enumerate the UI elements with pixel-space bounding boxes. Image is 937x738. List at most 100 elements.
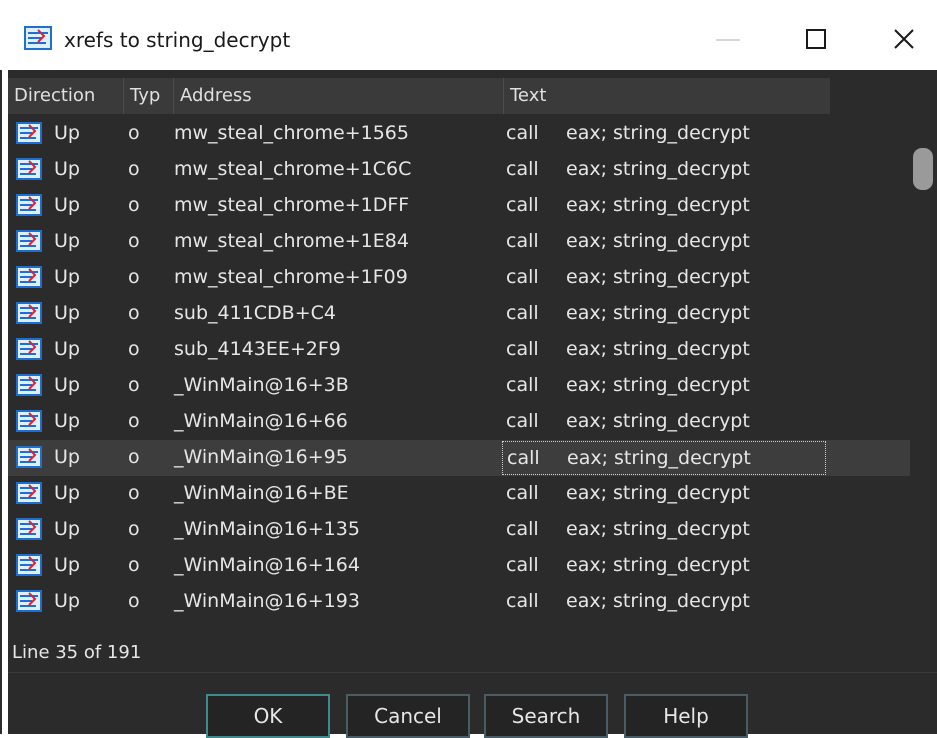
cell-mnemonic: call bbox=[506, 302, 539, 324]
cell-operand: eax; string_decrypt bbox=[566, 518, 750, 540]
table-row[interactable]: Up o _WinMain@16+BE call eax; string_decrypt bbox=[8, 476, 910, 512]
cell-text: call eax; string_decrypt bbox=[502, 513, 826, 547]
cell-text: call eax; string_decrypt bbox=[502, 261, 826, 295]
xref-icon bbox=[16, 374, 42, 396]
close-icon[interactable] bbox=[884, 24, 924, 56]
search-button[interactable]: Search bbox=[484, 694, 608, 738]
cell-address: mw_steal_chrome+1F09 bbox=[174, 266, 408, 288]
cell-mnemonic: call bbox=[506, 122, 539, 144]
column-header-type[interactable]: Typ bbox=[124, 78, 174, 114]
cell-type: o bbox=[128, 338, 140, 360]
cell-type: o bbox=[128, 266, 140, 288]
cell-address: _WinMain@16+BE bbox=[174, 482, 349, 504]
column-header-text[interactable]: Text bbox=[504, 78, 830, 114]
column-header-address[interactable]: Address bbox=[174, 78, 504, 114]
cell-operand: eax; string_decrypt bbox=[566, 230, 750, 252]
xref-icon bbox=[16, 266, 42, 288]
cell-operand: eax; string_decrypt bbox=[566, 266, 750, 288]
cell-operand: eax; string_decrypt bbox=[566, 122, 750, 144]
cell-mnemonic: call bbox=[506, 158, 539, 180]
cell-direction: Up bbox=[54, 482, 80, 504]
title-bar[interactable]: xrefs to string_decrypt bbox=[0, 0, 937, 70]
table-row[interactable]: Up o _WinMain@16+135 call eax; string_decryp… bbox=[8, 512, 910, 548]
cell-type: o bbox=[128, 518, 140, 540]
cell-direction: Up bbox=[54, 122, 80, 144]
xref-icon bbox=[16, 446, 42, 468]
scrollbar-thumb[interactable] bbox=[913, 148, 933, 190]
xref-icon bbox=[16, 122, 42, 144]
cell-type: o bbox=[128, 302, 140, 324]
table-row[interactable]: Up o _WinMain@16+193 call eax; string_decryp… bbox=[8, 584, 910, 620]
cell-direction: Up bbox=[54, 554, 80, 576]
cell-text: call eax; string_decrypt bbox=[502, 441, 826, 475]
vertical-scrollbar[interactable] bbox=[910, 114, 937, 634]
cell-direction: Up bbox=[54, 158, 80, 180]
cell-address: mw_steal_chrome+1565 bbox=[174, 122, 409, 144]
xref-icon bbox=[16, 230, 42, 252]
xref-list[interactable]: Up o mw_steal_chrome+1565 call eax; string_d… bbox=[8, 114, 910, 634]
cell-address: _WinMain@16+66 bbox=[174, 410, 348, 432]
cell-operand: eax; string_decrypt bbox=[566, 482, 750, 504]
cell-text: call eax; string_decrypt bbox=[502, 477, 826, 511]
table-row[interactable]: Up o mw_steal_chrome+1DFF call eax; string_d… bbox=[8, 188, 910, 224]
status-line: Line 35 of 191 bbox=[12, 642, 142, 663]
status-divider bbox=[8, 672, 937, 673]
xrefs-dialog: xrefs to string_decrypt Direction Typ Ad… bbox=[0, 0, 937, 738]
cell-operand: eax; string_decrypt bbox=[566, 338, 750, 360]
maximize-icon[interactable] bbox=[796, 24, 836, 56]
cell-text: call eax; string_decrypt bbox=[502, 117, 826, 151]
help-button[interactable]: Help bbox=[624, 694, 748, 738]
cell-address: mw_steal_chrome+1C6C bbox=[174, 158, 412, 180]
cell-address: _WinMain@16+135 bbox=[174, 518, 360, 540]
xref-window-icon bbox=[24, 26, 52, 50]
cell-mnemonic: call bbox=[506, 374, 539, 396]
table-row[interactable]: Up o mw_steal_chrome+1E84 call eax; string_d… bbox=[8, 224, 910, 260]
cell-mnemonic: call bbox=[506, 266, 539, 288]
cell-mnemonic: call bbox=[506, 482, 539, 504]
cell-address: mw_steal_chrome+1DFF bbox=[174, 194, 410, 216]
cell-direction: Up bbox=[54, 230, 80, 252]
minimize-icon[interactable] bbox=[708, 24, 748, 56]
xref-icon bbox=[16, 302, 42, 324]
table-row[interactable]: Up o _WinMain@16+95 call eax; string_decrypt bbox=[8, 440, 910, 476]
table-row[interactable]: Up o sub_4143EE+2F9 call eax; string_decrypt bbox=[8, 332, 910, 368]
table-row[interactable]: Up o mw_steal_chrome+1565 call eax; string_d… bbox=[8, 116, 910, 152]
cell-operand: eax; string_decrypt bbox=[566, 590, 750, 612]
table-row[interactable]: Up o mw_steal_chrome+1F09 call eax; string_d… bbox=[8, 260, 910, 296]
cell-direction: Up bbox=[54, 518, 80, 540]
cell-direction: Up bbox=[54, 194, 80, 216]
cell-type: o bbox=[128, 158, 140, 180]
table-row[interactable]: Up o mw_steal_chrome+1C6C call eax; string_d… bbox=[8, 152, 910, 188]
dialog-content: Direction Typ Address Text Up o mw_steal_c… bbox=[8, 70, 937, 738]
ok-button[interactable]: OK bbox=[206, 694, 330, 738]
cell-operand: eax; string_decrypt bbox=[566, 194, 750, 216]
cell-mnemonic: call bbox=[506, 194, 539, 216]
cell-type: o bbox=[128, 590, 140, 612]
cell-type: o bbox=[128, 230, 140, 252]
cell-direction: Up bbox=[54, 302, 80, 324]
cell-address: _WinMain@16+3B bbox=[174, 374, 349, 396]
cell-type: o bbox=[128, 554, 140, 576]
cell-mnemonic: call bbox=[506, 518, 539, 540]
table-row[interactable]: Up o _WinMain@16+164 call eax; string_decryp… bbox=[8, 548, 910, 584]
cell-operand: eax; string_decrypt bbox=[566, 158, 750, 180]
cell-text: call eax; string_decrypt bbox=[502, 369, 826, 403]
window-title: xrefs to string_decrypt bbox=[64, 28, 291, 52]
window-left-edge bbox=[0, 0, 8, 734]
cell-operand: eax; string_decrypt bbox=[566, 410, 750, 432]
cell-text: call eax; string_decrypt bbox=[502, 549, 826, 583]
cell-direction: Up bbox=[54, 446, 80, 468]
cell-type: o bbox=[128, 122, 140, 144]
table-row[interactable]: Up o _WinMain@16+3B call eax; string_decrypt bbox=[8, 368, 910, 404]
cell-type: o bbox=[128, 410, 140, 432]
cell-mnemonic: call bbox=[506, 230, 539, 252]
cell-address: _WinMain@16+164 bbox=[174, 554, 360, 576]
cell-text: call eax; string_decrypt bbox=[502, 585, 826, 619]
table-row[interactable]: Up o _WinMain@16+66 call eax; string_decrypt bbox=[8, 404, 910, 440]
table-row[interactable]: Up o sub_411CDB+C4 call eax; string_decrypt bbox=[8, 296, 910, 332]
cell-text: call eax; string_decrypt bbox=[502, 153, 826, 187]
xref-icon bbox=[16, 518, 42, 540]
xref-icon bbox=[16, 338, 42, 360]
cancel-button[interactable]: Cancel bbox=[346, 694, 470, 738]
column-header-direction[interactable]: Direction bbox=[8, 78, 124, 114]
